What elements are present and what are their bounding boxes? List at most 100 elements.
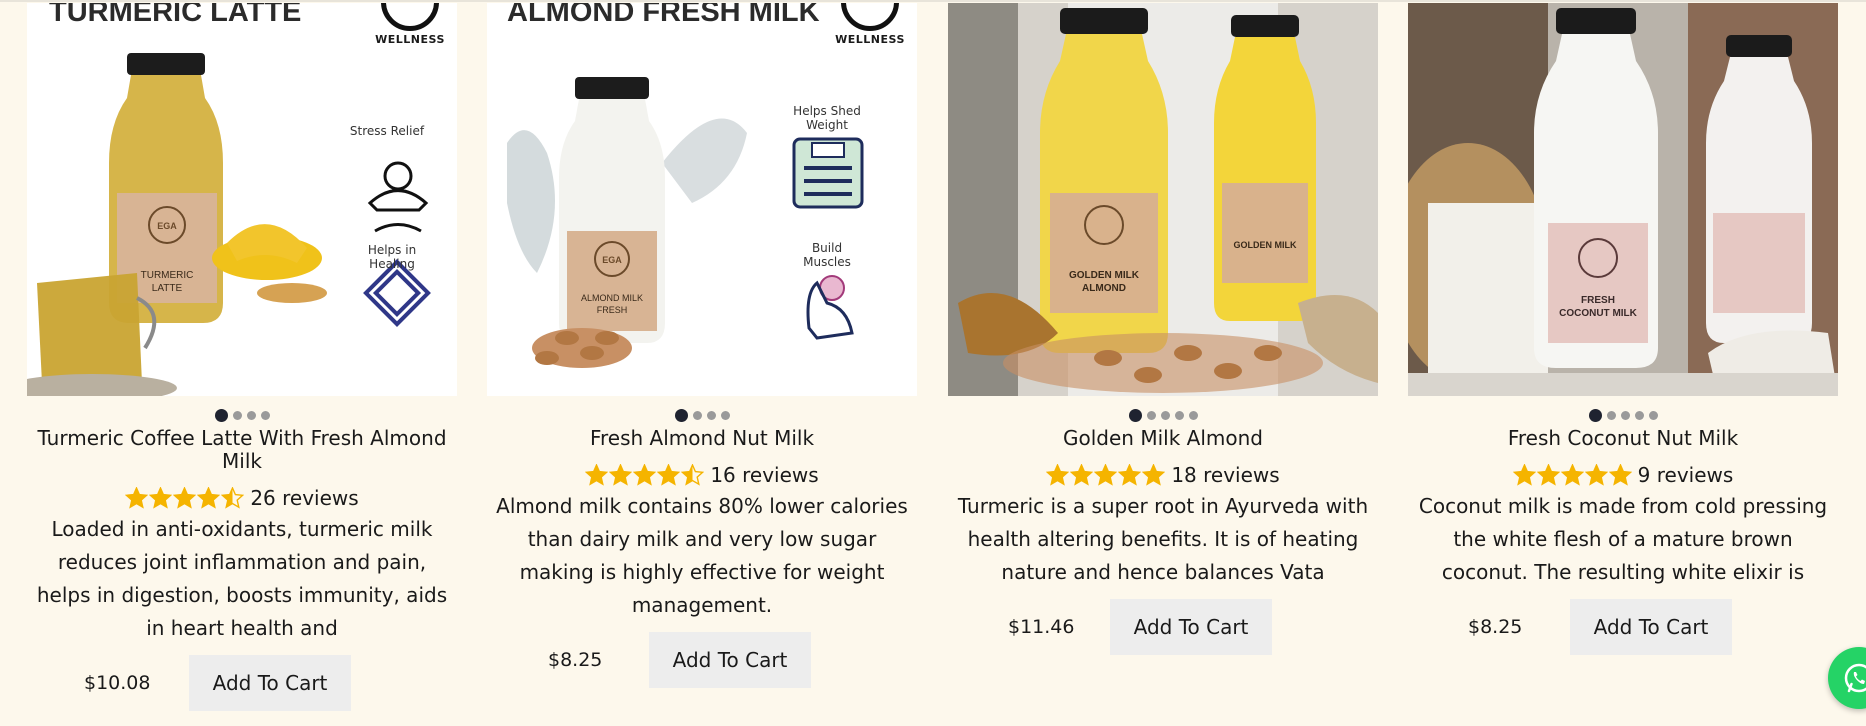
carousel-dot[interactable] xyxy=(706,410,716,420)
product-price: $8.25 xyxy=(548,649,603,671)
star-icon xyxy=(657,464,681,486)
star-icon xyxy=(1046,464,1070,486)
carousel-dot[interactable] xyxy=(1634,410,1644,420)
star-icon xyxy=(1070,464,1094,486)
benefit-label: Stress Relief xyxy=(349,124,425,138)
review-count: 26 reviews xyxy=(250,486,359,510)
svg-text:ALMOND: ALMOND xyxy=(1082,283,1126,294)
review-count: 16 reviews xyxy=(710,463,819,487)
star-rating xyxy=(125,487,245,509)
product-rating[interactable]: 9 reviews xyxy=(1408,462,1838,488)
star-icon xyxy=(221,487,245,509)
product-description: Loaded in anti-oxidants, turmeric milk r… xyxy=(36,517,448,640)
carousel-dot[interactable] xyxy=(1128,408,1142,422)
star-rating xyxy=(585,464,705,486)
review-count: 9 reviews xyxy=(1637,463,1734,487)
star-icon xyxy=(197,487,221,509)
product-title[interactable]: Golden Milk Almond xyxy=(948,427,1378,450)
star-icon xyxy=(1118,464,1142,486)
product-image[interactable]: ALMOND FRESH MILK WELLNESS EGA ALMOND MI… xyxy=(487,3,917,396)
product-rating[interactable]: 26 reviews xyxy=(27,485,457,511)
svg-text:GOLDEN MILK: GOLDEN MILK xyxy=(1069,270,1140,281)
carousel-dot[interactable] xyxy=(692,410,702,420)
carousel-dot[interactable] xyxy=(1160,410,1170,420)
svg-text:FRESH: FRESH xyxy=(1581,295,1615,306)
product-title[interactable]: Fresh Coconut Nut Milk xyxy=(1408,427,1838,450)
product-card: TURMERIC LATTE WELLNESS EGA TURMERIC LAT… xyxy=(27,3,457,711)
product-rating[interactable]: 16 reviews xyxy=(487,462,917,488)
svg-text:COCONUT MILK: COCONUT MILK xyxy=(1559,308,1638,319)
add-to-cart-button[interactable]: Add To Cart xyxy=(1110,599,1272,655)
purchase-row: $10.08 Add To Cart xyxy=(27,655,457,711)
review-count: 18 reviews xyxy=(1171,463,1280,487)
product-price: $11.46 xyxy=(1008,616,1075,638)
star-icon xyxy=(1584,464,1608,486)
star-icon xyxy=(173,487,197,509)
product-grid: TURMERIC LATTE WELLNESS EGA TURMERIC LAT… xyxy=(0,0,1866,726)
product-photo: GOLDEN MILK ALMOND GOLDEN MILK xyxy=(948,3,1378,396)
carousel-dot[interactable] xyxy=(1606,410,1616,420)
carousel-dot[interactable] xyxy=(214,408,228,422)
star-icon xyxy=(149,487,173,509)
carousel-dot[interactable] xyxy=(674,408,688,422)
carousel-dot[interactable] xyxy=(232,410,242,420)
carousel-dot[interactable] xyxy=(1174,410,1184,420)
star-icon xyxy=(1560,464,1584,486)
product-photo: FRESH COCONUT MILK xyxy=(1408,3,1838,396)
product-image[interactable]: GOLDEN MILK ALMOND GOLDEN MILK xyxy=(948,3,1378,396)
product-rating[interactable]: 18 reviews xyxy=(948,462,1378,488)
carousel-dot[interactable] xyxy=(260,410,270,420)
product-title[interactable]: Fresh Almond Nut Milk xyxy=(487,427,917,450)
carousel-dot[interactable] xyxy=(1188,410,1198,420)
carousel-dots xyxy=(948,403,1378,427)
product-image[interactable]: TURMERIC LATTE WELLNESS EGA TURMERIC LAT… xyxy=(27,3,457,396)
carousel-dots xyxy=(487,403,917,427)
product-photo: EGA TURMERIC LATTE xyxy=(27,53,431,396)
svg-text:ALMOND MILK: ALMOND MILK xyxy=(581,293,643,303)
star-icon xyxy=(681,464,705,486)
purchase-row: $8.25 Add To Cart xyxy=(1408,599,1838,655)
product-card: GOLDEN MILK ALMOND GOLDEN MILK Golden Mi… xyxy=(948,3,1378,655)
carousel-dot[interactable] xyxy=(1146,410,1156,420)
add-to-cart-button[interactable]: Add To Cart xyxy=(189,655,351,711)
carousel-dot[interactable] xyxy=(1588,408,1602,422)
star-icon xyxy=(585,464,609,486)
purchase-row: $11.46 Add To Cart xyxy=(948,599,1378,655)
carousel-dots xyxy=(27,403,457,427)
carousel-dot[interactable] xyxy=(246,410,256,420)
star-icon xyxy=(609,464,633,486)
carousel-dots xyxy=(1408,403,1838,427)
carousel-dot[interactable] xyxy=(1620,410,1630,420)
product-price: $10.08 xyxy=(84,672,151,694)
svg-text:EGA: EGA xyxy=(157,221,177,231)
star-icon xyxy=(1536,464,1560,486)
carousel-dot[interactable] xyxy=(1648,410,1658,420)
purchase-row: $8.25 Add To Cart xyxy=(487,632,917,688)
product-photo: EGA ALMOND MILK FRESH xyxy=(507,77,864,368)
svg-text:FRESH: FRESH xyxy=(597,305,628,315)
product-image[interactable]: FRESH COCONUT MILK xyxy=(1408,3,1838,396)
benefit-label: Helps Shed Weight xyxy=(793,104,861,132)
svg-text:LATTE: LATTE xyxy=(152,283,183,294)
add-to-cart-button[interactable]: Add To Cart xyxy=(649,632,811,688)
benefit-label: Build Muscles xyxy=(803,241,851,269)
svg-text:TURMERIC: TURMERIC xyxy=(141,270,194,281)
benefit-label: Helps in Healing xyxy=(367,243,417,271)
product-card: ALMOND FRESH MILK WELLNESS EGA ALMOND MI… xyxy=(487,3,917,688)
star-rating xyxy=(1512,464,1632,486)
product-price: $8.25 xyxy=(1468,616,1523,638)
product-description: Almond milk contains 80% lower calories … xyxy=(496,494,908,617)
star-icon xyxy=(1094,464,1118,486)
add-to-cart-button[interactable]: Add To Cart xyxy=(1570,599,1732,655)
product-card: FRESH COCONUT MILK Fresh Coconut Nut Mil… xyxy=(1408,3,1838,655)
star-icon xyxy=(125,487,149,509)
star-rating xyxy=(1046,464,1166,486)
product-description: Coconut milk is made from cold pressing … xyxy=(1418,494,1828,584)
star-icon xyxy=(633,464,657,486)
product-description: Turmeric is a super root in Ayurveda wit… xyxy=(957,494,1369,584)
carousel-dot[interactable] xyxy=(720,410,730,420)
star-icon xyxy=(1512,464,1536,486)
product-title[interactable]: Turmeric Coffee Latte With Fresh Almond … xyxy=(27,427,457,473)
svg-text:EGA: EGA xyxy=(602,255,622,265)
star-icon xyxy=(1142,464,1166,486)
